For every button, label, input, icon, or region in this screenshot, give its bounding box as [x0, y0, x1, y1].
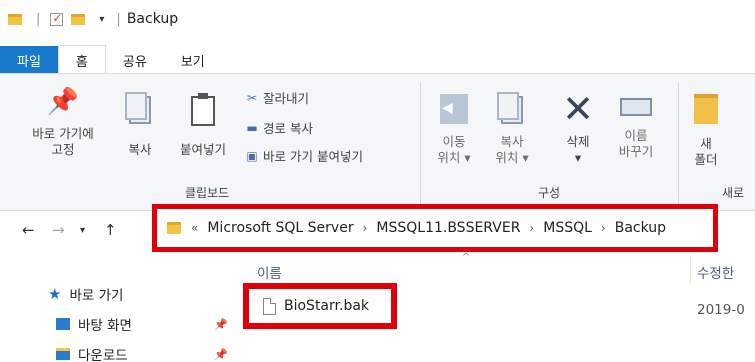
window-title: Backup [126, 11, 179, 27]
desktop-item[interactable]: 바탕 화면 [56, 314, 132, 334]
new-folder-icon[interactable] [71, 13, 86, 25]
ribbon: 📌 바로 가기에 고정 복사 붙여넣기 ✂ 잘라내기 ▬ 경로 복사 ▣ 바로 … [0, 73, 755, 211]
rename-label-2: 바꾸기 [618, 144, 654, 159]
breadcrumb-item[interactable]: MSSQL11.BSSERVER [376, 220, 520, 236]
file-row[interactable]: BioStarr.bak [243, 283, 397, 329]
downloads-label: 다운로드 [78, 348, 128, 362]
folder-icon [167, 222, 181, 234]
chevron-right-icon[interactable]: › [529, 221, 534, 235]
breadcrumb-item[interactable]: MSSQL [543, 220, 592, 236]
copy-path-label: 경로 복사 [263, 121, 313, 136]
file-date: 2019-0 [697, 302, 745, 318]
new-folder-label-2: 폴더 [694, 152, 718, 167]
new-folder-label-1: 새 [700, 136, 712, 151]
file-name: BioStarr.bak [284, 298, 370, 314]
rename-icon [620, 98, 652, 116]
paste-label: 붙여넣기 [179, 142, 226, 157]
column-header-name[interactable]: 이름 [257, 262, 282, 282]
copy-to-label-1: 복사 [500, 134, 524, 149]
quick-access-item[interactable]: ★ 바로 가기 [48, 284, 123, 304]
new-group-label: 새로 [722, 186, 745, 200]
tab-share[interactable]: 공유 [106, 46, 164, 74]
delete-label-1: 삭제 [566, 134, 590, 149]
pin-icon[interactable]: 📌 [214, 318, 228, 331]
separator: | [116, 11, 121, 27]
pin-label-2: 고정 [51, 142, 75, 157]
properties-icon[interactable] [50, 11, 64, 26]
tab-file[interactable]: 파일 [0, 46, 58, 74]
move-label-1: 이동 [442, 134, 466, 149]
scissors-icon: ✂ [246, 90, 258, 105]
path-icon: ▬ [246, 120, 258, 135]
ribbon-divider [420, 82, 421, 206]
clipboard-group-label: 클립보드 [185, 186, 230, 200]
new-folder-button[interactable]: 새 폴더 [688, 90, 724, 168]
pin-label-1: 바로 가기에 [32, 126, 94, 141]
ribbon-divider [678, 82, 679, 206]
pin-icon: 📌 [46, 87, 80, 117]
title-bar: | ▾ | Backup [0, 0, 755, 38]
folder-icon [694, 94, 718, 124]
column-header-date[interactable]: 수정한 [697, 262, 734, 282]
copy-icon [125, 92, 151, 124]
chevron-right-icon[interactable]: › [601, 221, 606, 235]
chevron-right-icon[interactable]: › [363, 221, 368, 235]
move-label-2: 위치 ▾ [437, 150, 471, 165]
desktop-label: 바탕 화면 [78, 318, 132, 334]
paste-icon [191, 93, 215, 126]
delete-label-2: ▾ [574, 150, 582, 165]
rename-button[interactable]: 이름 바꾸기 [608, 90, 664, 160]
separator: | [36, 11, 41, 27]
organize-group-label: 구성 [538, 186, 561, 200]
breadcrumb-item[interactable]: Microsoft SQL Server [207, 220, 353, 236]
copy-to-icon [497, 92, 523, 124]
downloads-item[interactable]: 다운로드 [56, 344, 128, 362]
file-icon [263, 297, 276, 315]
tab-view[interactable]: 보기 [164, 46, 222, 74]
navigation-pane: ★ 바로 가기 바탕 화면 📌 다운로드 📌 [0, 252, 240, 362]
downloads-icon [56, 348, 70, 360]
overflow-icon[interactable]: « [191, 221, 198, 235]
breadcrumb-item[interactable]: Backup [615, 220, 666, 236]
paste-button[interactable]: 붙여넣기 [170, 90, 236, 158]
move-icon [440, 94, 468, 124]
ribbon-tabs: 파일 홈 공유 보기 [0, 45, 755, 74]
folder-icon [8, 13, 22, 25]
paste-shortcut-icon: ▣ [246, 148, 258, 163]
desktop-icon [56, 318, 70, 330]
copy-path-button[interactable]: ▬ 경로 복사 [245, 118, 313, 137]
customize-toolbar-icon[interactable]: ▾ [99, 14, 104, 25]
pin-to-quick-access-button[interactable]: 📌 바로 가기에 고정 [18, 87, 108, 158]
copy-label: 복사 [128, 142, 152, 157]
quick-access-label: 바로 가기 [69, 288, 124, 304]
up-arrow-icon[interactable]: ↑ [104, 221, 117, 239]
cut-label: 잘라내기 [263, 91, 310, 106]
back-arrow-icon[interactable]: ← [22, 221, 35, 239]
copy-button[interactable]: 복사 [120, 90, 160, 158]
address-bar[interactable]: « Microsoft SQL Server › MSSQL11.BSSERVE… [152, 204, 718, 252]
delete-icon: ✕ [562, 87, 594, 131]
sort-ascending-icon: ^ [462, 252, 471, 263]
rename-label-1: 이름 [624, 128, 648, 143]
move-to-button[interactable]: 이동 위치 ▾ [432, 90, 476, 166]
star-icon: ★ [48, 285, 62, 303]
paste-shortcut-button[interactable]: ▣ 바로 가기 붙여넣기 [245, 146, 363, 165]
recent-locations-icon[interactable]: ▾ [80, 225, 85, 236]
cut-button[interactable]: ✂ 잘라내기 [245, 88, 309, 107]
pin-icon[interactable]: 📌 [214, 348, 228, 361]
forward-arrow-icon[interactable]: → [52, 221, 65, 239]
tab-home[interactable]: 홈 [57, 45, 106, 74]
delete-button[interactable]: ✕ 삭제 ▾ [556, 90, 600, 166]
column-divider[interactable] [690, 258, 691, 284]
copy-to-button[interactable]: 복사 위치 ▾ [490, 90, 534, 166]
paste-shortcut-label: 바로 가기 붙여넣기 [263, 149, 363, 164]
copy-to-label-2: 위치 ▾ [495, 150, 529, 165]
